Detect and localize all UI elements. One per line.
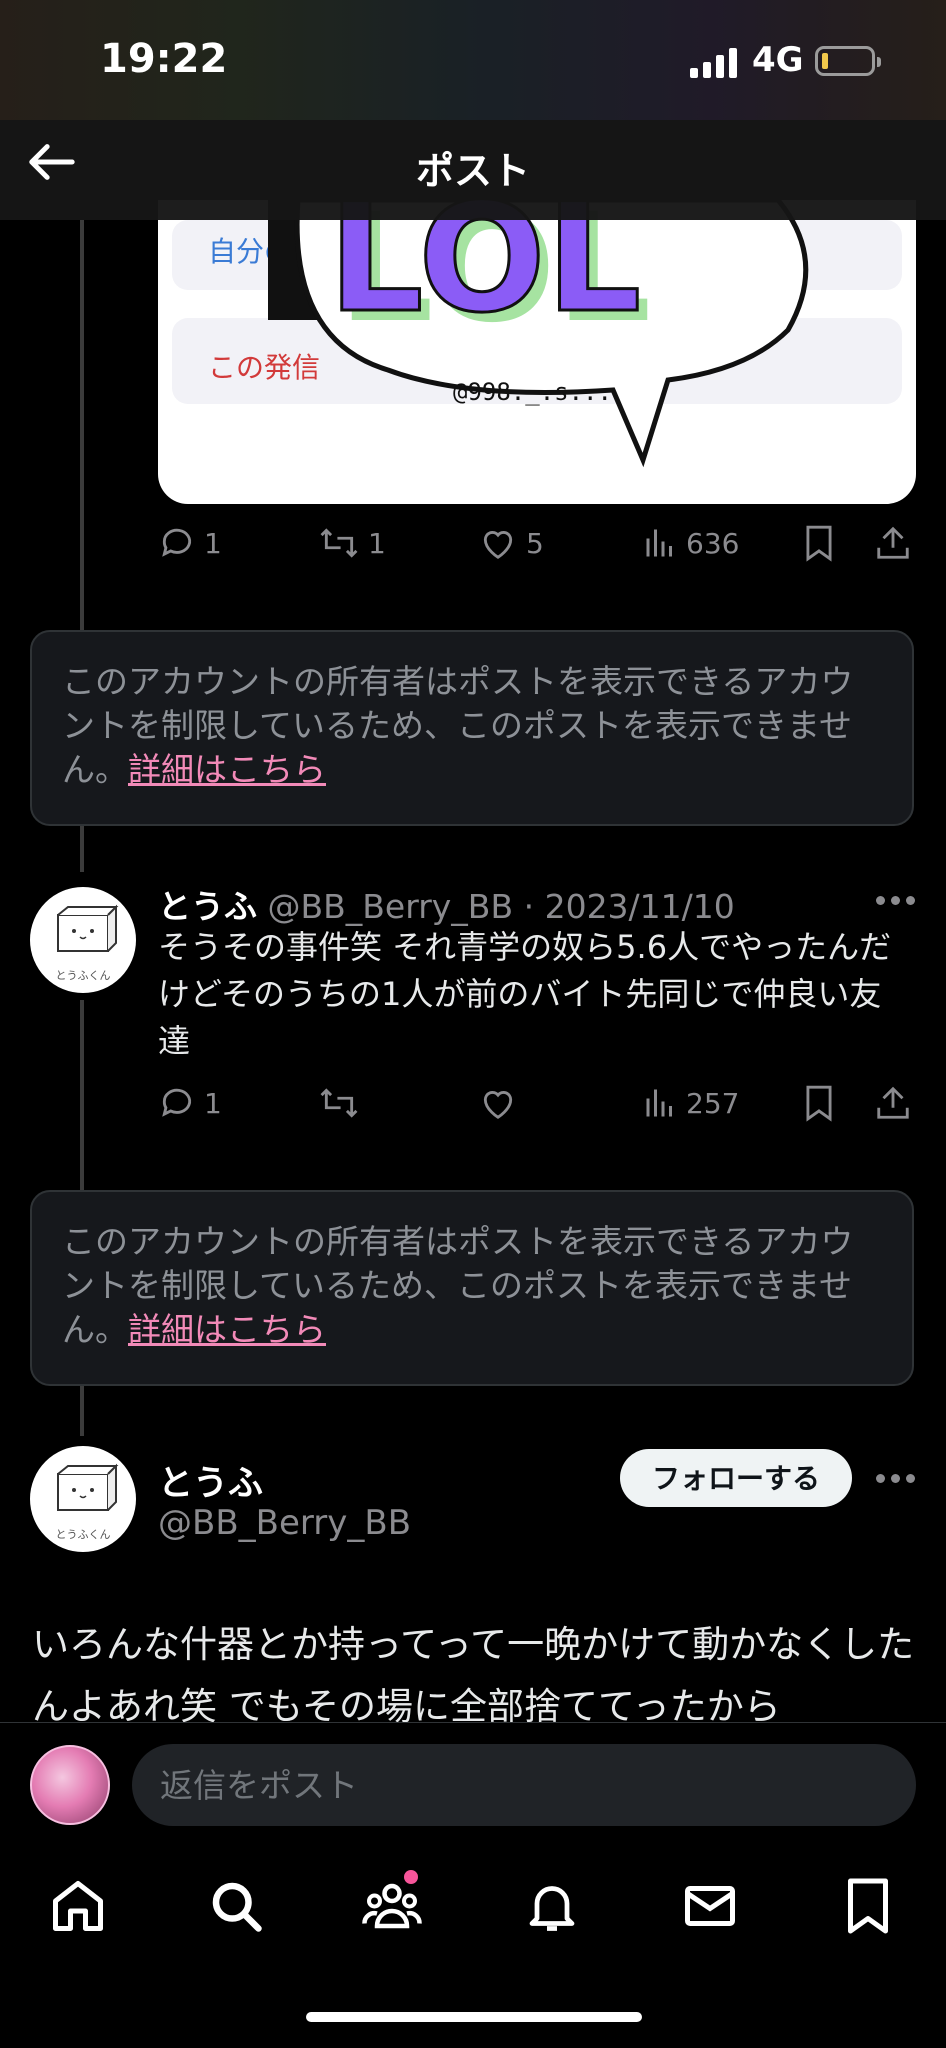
- communities-icon: [362, 1883, 422, 1929]
- reply-icon: [162, 1088, 192, 1117]
- post-date[interactable]: · 2023/11/10: [524, 887, 735, 926]
- thread-line-mid: [80, 826, 84, 872]
- repost-button[interactable]: 1: [318, 524, 386, 562]
- bookmark-icon: [806, 525, 832, 562]
- bell-icon: [529, 1886, 575, 1931]
- repost-count: 1: [368, 526, 386, 560]
- share-button[interactable]: [874, 1084, 912, 1122]
- like-button[interactable]: 5: [478, 524, 544, 562]
- reply-icon: [162, 528, 192, 557]
- more-options-button[interactable]: [876, 896, 916, 906]
- share-button[interactable]: [874, 524, 912, 562]
- post1-action-bar: 1 1 5 636: [158, 514, 916, 574]
- avatar-label: とうふくん: [56, 969, 111, 982]
- tab-messages[interactable]: [680, 1876, 740, 1936]
- top-bar: 19:22 4G ポスト: [0, 0, 946, 220]
- tofu-avatar-icon: とうふくん: [56, 904, 119, 982]
- reply-input[interactable]: [132, 1744, 916, 1826]
- more-options-button[interactable]: [876, 1474, 916, 1484]
- author-name[interactable]: とうふ: [158, 887, 257, 926]
- views-button[interactable]: 257: [642, 1084, 739, 1122]
- thread-line-reply: [80, 1000, 84, 1190]
- views-count: 636: [686, 526, 740, 560]
- repost-icon: [320, 1088, 358, 1118]
- views-button[interactable]: 636: [642, 524, 739, 562]
- like-button[interactable]: [478, 1084, 526, 1122]
- avatar[interactable]: とうふくん: [30, 887, 136, 993]
- views-icon: [646, 529, 672, 557]
- main-tweet-text: いろんな什器とか持ってって一晩かけて動かなくしたんよあれ笑 でもその場に全部捨て…: [32, 1623, 915, 1728]
- tab-bookmarks[interactable]: [838, 1876, 898, 1936]
- lol-sticker-text: LOL: [328, 200, 641, 346]
- tofu-avatar-icon: とうふくん: [56, 1463, 119, 1541]
- my-avatar[interactable]: [30, 1745, 110, 1825]
- battery-icon: [815, 46, 881, 76]
- learn-more-link[interactable]: 詳細はこちら: [128, 1310, 326, 1349]
- tab-search[interactable]: [206, 1876, 266, 1936]
- author-name[interactable]: とうふ: [158, 1455, 263, 1506]
- author-handle[interactable]: @BB_Berry_BB: [158, 1503, 411, 1543]
- views-icon: [646, 1089, 672, 1117]
- heart-icon: [483, 531, 513, 559]
- bookmark-button[interactable]: [802, 1084, 836, 1122]
- reply-count: 1: [204, 526, 222, 560]
- home-icon: [53, 1881, 103, 1931]
- follow-button[interactable]: フォローする: [620, 1449, 852, 1507]
- tab-home[interactable]: [48, 1876, 108, 1936]
- status-time: 19:22: [100, 36, 228, 82]
- bookmark-icon: [848, 1878, 888, 1934]
- home-indicator: [306, 2012, 642, 2022]
- reply-tweet-text: そうその事件笑 それ青学の奴ら5.6人でやったんだけどそのうちの1人が前のバイト…: [158, 928, 892, 1060]
- tab-notifications[interactable]: [522, 1876, 582, 1936]
- avatar-label: とうふくん: [56, 1528, 111, 1541]
- heart-icon: [483, 1091, 513, 1119]
- repost-icon: [320, 528, 358, 558]
- repost-button[interactable]: [318, 1084, 368, 1122]
- search-icon: [212, 1882, 262, 1932]
- notification-dot: [404, 1870, 418, 1884]
- like-count: 5: [526, 526, 544, 560]
- reply-count: 1: [204, 1086, 222, 1120]
- reply-button[interactable]: 1: [158, 1084, 222, 1122]
- mail-icon: [685, 1886, 735, 1926]
- sticker-handle: @998._.s...: [453, 378, 612, 406]
- bookmark-button[interactable]: [802, 524, 836, 562]
- learn-more-link[interactable]: 詳細はこちら: [128, 750, 326, 789]
- views-count: 257: [686, 1086, 740, 1120]
- reply-button[interactable]: 1: [158, 524, 222, 562]
- avatar[interactable]: とうふくん: [30, 1446, 136, 1552]
- tab-communities[interactable]: [362, 1870, 422, 1936]
- thread-line-bottom: [80, 1386, 84, 1436]
- share-icon: [877, 526, 909, 559]
- signal-icon: [690, 48, 737, 78]
- thread-line-top: [80, 220, 84, 630]
- reply-tweet-header: とうふ @BB_Berry_BB · 2023/11/10: [158, 880, 735, 928]
- share-icon: [877, 1086, 909, 1119]
- post-media-image[interactable]: 自分の この発信 LOL LOL @998._.s...: [158, 200, 916, 504]
- lol-sticker: LOL LOL @998._.s...: [268, 200, 809, 468]
- author-handle[interactable]: @BB_Berry_BB: [268, 887, 514, 926]
- bookmark-icon: [806, 1085, 832, 1122]
- restricted-post-notice: このアカウントの所有者はポストを表示できるアカウントを制限しているため、このポス…: [30, 630, 914, 826]
- network-type: 4G: [752, 40, 804, 80]
- reply-tweet-action-bar: 1 257: [158, 1074, 916, 1134]
- restricted-post-notice: このアカウントの所有者はポストを表示できるアカウントを制限しているため、このポス…: [30, 1190, 914, 1386]
- page-title: ポスト: [415, 149, 530, 193]
